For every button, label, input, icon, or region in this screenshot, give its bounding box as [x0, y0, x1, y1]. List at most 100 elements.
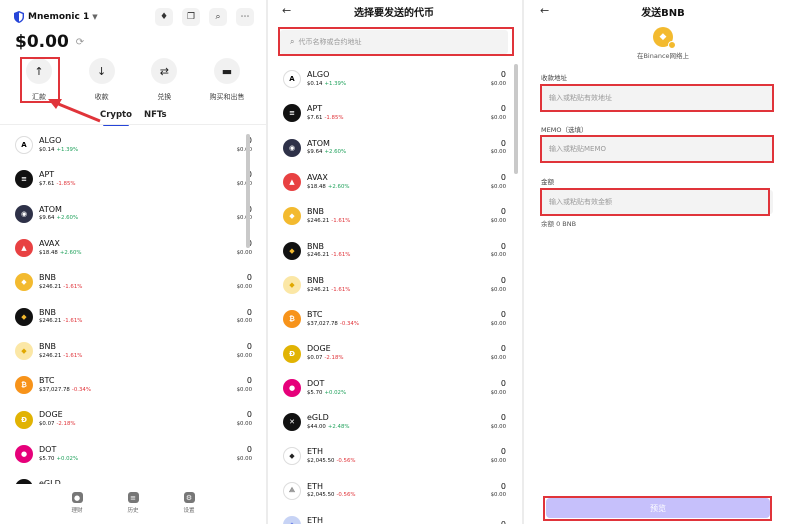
coin-balance: 0$0.00 — [491, 447, 506, 465]
nav-item-1[interactable]: ≡ 历史 — [122, 492, 144, 524]
token-list: A ALGO $0.14 +1.39% 0 $0.00 ≡ APT $7.61 -1.85% 0 $0… — [268, 62, 520, 524]
coin-balance: 0$0.00 — [491, 70, 506, 88]
coin-price-line: $5.70 +0.02% — [307, 390, 346, 397]
list-item[interactable]: ₿ BTC $37,027.78 -0.34% 0 $0.00 — [268, 302, 520, 336]
list-item[interactable]: AALGO$0.14+1.39%0$0.00 — [0, 128, 266, 162]
list-item[interactable]: ≡APT$7.61-1.85%0$0.00 — [268, 96, 520, 130]
coin-change: -1.61% — [331, 286, 351, 293]
coin-usd-value: $0.00 — [236, 386, 252, 393]
list-item[interactable]: Ð DOGE $0.07 -2.18% 0 $0.00 — [268, 336, 520, 370]
ethereum-icon[interactable]: ♦ — [155, 8, 173, 26]
coin-symbol: DOGE — [307, 344, 331, 354]
swap-action-button[interactable]: ⇄ 兑换 — [139, 58, 189, 102]
coin-symbol: ETH — [307, 447, 323, 457]
total-balance: $0.00 ⟳ — [15, 32, 84, 52]
list-item[interactable]: AALGO$0.14+1.39%0$0.00 — [268, 62, 520, 96]
coin-change: -0.56% — [336, 458, 356, 465]
coin-amount: 0 — [246, 376, 252, 386]
list-item[interactable]: ◉ATOM$9.64+2.60%0$0.00 — [268, 131, 520, 165]
coin-balance: 0$0.00 — [491, 482, 506, 500]
eth-icon: ⟁ — [283, 481, 301, 500]
select-token-panel: ← 选择要发送的代币 ⌕ AALGO$0.14+1.39%0$0.00≡APT$… — [268, 0, 520, 524]
list-item[interactable]: ◆ BNB $246.21 -1.61% 0 $0.00 — [268, 268, 520, 302]
list-item[interactable]: ◉ATOM$9.64+2.60%0$0.00 — [0, 197, 266, 231]
list-item[interactable]: ◆ BNB $246.21 -1.61% 0 $0.00 — [268, 233, 520, 267]
coin-change: -2.18% — [324, 355, 344, 362]
tab-crypto[interactable]: Crypto — [100, 110, 132, 126]
list-item[interactable]: ▲AVAX$18.48+2.60%0$0.00 — [268, 165, 520, 199]
coin-info: BNB $246.21 -1.61% — [39, 273, 82, 291]
coin-balance: 0$0.00 — [237, 308, 252, 326]
coin-price: $7.61 — [39, 181, 55, 188]
coin-price: $246.21 — [39, 318, 62, 325]
coin-usd-value: $0.00 — [236, 421, 252, 428]
coin-price: $2,045.50 — [307, 458, 335, 465]
coin-price-line: $7.61 -1.85% — [39, 181, 76, 188]
nav-label: 理财 — [71, 508, 83, 514]
coin-price: $7.61 — [307, 115, 323, 122]
select-token-header: ← 选择要发送的代币 — [268, 0, 520, 22]
coin-balance: 0$0.00 — [491, 310, 506, 328]
coin-info: ALGO $0.14 +1.39% — [39, 136, 78, 154]
list-item[interactable]: ◆ BNB $246.21 -1.61% 0 $0.00 — [0, 265, 266, 299]
coin-balance: 0$0.00 — [491, 413, 506, 431]
list-item[interactable]: ◆ BNB $246.21 -1.61% 0 $0.00 — [0, 299, 266, 333]
eth-icon: ◆ — [283, 447, 301, 466]
coin-info: DOT $5.70 +0.02% — [307, 379, 346, 397]
list-item[interactable]: ▲AVAX$18.48+2.60%0$0.00 — [0, 231, 266, 265]
coin-price-line: $2,045.50 -0.56% — [307, 492, 356, 499]
more-icon[interactable]: ⋯ — [236, 8, 254, 26]
buy-sell-action-button[interactable]: ▬ 购买和出售 — [202, 58, 252, 102]
tab-nfts[interactable]: NFTs — [144, 110, 167, 120]
shield-icon — [14, 11, 24, 23]
back-arrow-icon[interactable]: ← — [540, 4, 549, 17]
nav-item-2[interactable]: ⚙ 设置 — [178, 492, 200, 524]
bnb-icon: ◆ — [283, 275, 301, 294]
coin-amount: 0 — [246, 273, 252, 283]
scrollbar[interactable] — [514, 64, 518, 174]
list-item[interactable]: Ð DOGE $0.07 -2.18% 0 $0.00 — [0, 402, 266, 436]
coin-info: BNB $246.21 -1.61% — [307, 276, 350, 294]
coin-info: ATOM $9.64 +2.60% — [39, 205, 78, 223]
list-item[interactable]: ◆ BNB $246.21 -1.61% 0 $0.00 — [268, 199, 520, 233]
coin-price: $9.64 — [39, 215, 55, 222]
list-item[interactable]: ● DOT $5.70 +0.02% 0 $0.00 — [0, 437, 266, 471]
coin-price: $5.70 — [307, 389, 323, 396]
list-item[interactable]: ◆ ETH 0 — [268, 508, 520, 524]
coin-change: -1.61% — [63, 318, 83, 325]
list-item[interactable]: ₿ BTC $37,027.78 -0.34% 0 $0.00 — [0, 368, 266, 402]
coin-balance: 0$0.00 — [491, 276, 506, 294]
list-item[interactable]: ◆ ETH $2,045.50 -0.56% 0 $0.00 — [268, 439, 520, 473]
amount-highlight-box — [540, 188, 770, 216]
coin-usd-value: $0.00 — [490, 389, 506, 396]
list-item[interactable]: ✕ eGLD $44.00 +2.48% 0 $0.00 — [268, 405, 520, 439]
coin-symbol: BTC — [307, 310, 323, 320]
list-item[interactable]: ◆ BNB $246.21 -1.61% 0 $0.00 — [0, 334, 266, 368]
coin-balance: 0$0.00 — [491, 139, 506, 157]
coin-symbol: AVAX — [307, 172, 328, 182]
coin-price-line: $18.48 +2.60% — [39, 250, 82, 257]
coin-amount: 0 — [500, 447, 506, 457]
search-icon[interactable]: ⌕ — [209, 8, 227, 26]
nav-item-0[interactable]: ● 理财 — [66, 492, 88, 524]
coin-info: AVAX $18.48 +2.60% — [307, 173, 350, 191]
list-item[interactable]: ⟁ ETH $2,045.50 -0.56% 0 $0.00 — [268, 474, 520, 508]
coin-symbol: BTC — [39, 376, 55, 386]
coin-balance: 0$0.00 — [237, 342, 252, 360]
list-item[interactable]: ● DOT $5.70 +0.02% 0 $0.00 — [268, 371, 520, 405]
list-item[interactable]: ≡APT$7.61-1.85%0$0.00 — [0, 162, 266, 196]
coin-usd-value: $0.00 — [490, 183, 506, 190]
coin-price-line: $246.21 -1.61% — [307, 287, 350, 294]
coin-usd-value: $0.00 — [490, 355, 506, 362]
back-arrow-icon[interactable]: ← — [282, 4, 291, 17]
coin-balance: 0$0.00 — [237, 273, 252, 291]
coin-price-line: $246.21 -1.61% — [39, 284, 82, 291]
bnb-icon: ◆ — [283, 241, 301, 260]
bnb-icon: ◆ — [15, 273, 33, 292]
wallet-name[interactable]: Mnemonic 1 — [28, 12, 89, 22]
refresh-icon[interactable]: ⟳ — [76, 37, 84, 48]
scrollbar[interactable] — [246, 134, 250, 248]
chevron-down-icon[interactable]: ▼ — [92, 13, 97, 21]
btc-icon: ₿ — [283, 310, 301, 329]
copy-icon[interactable]: ❐ — [182, 8, 200, 26]
